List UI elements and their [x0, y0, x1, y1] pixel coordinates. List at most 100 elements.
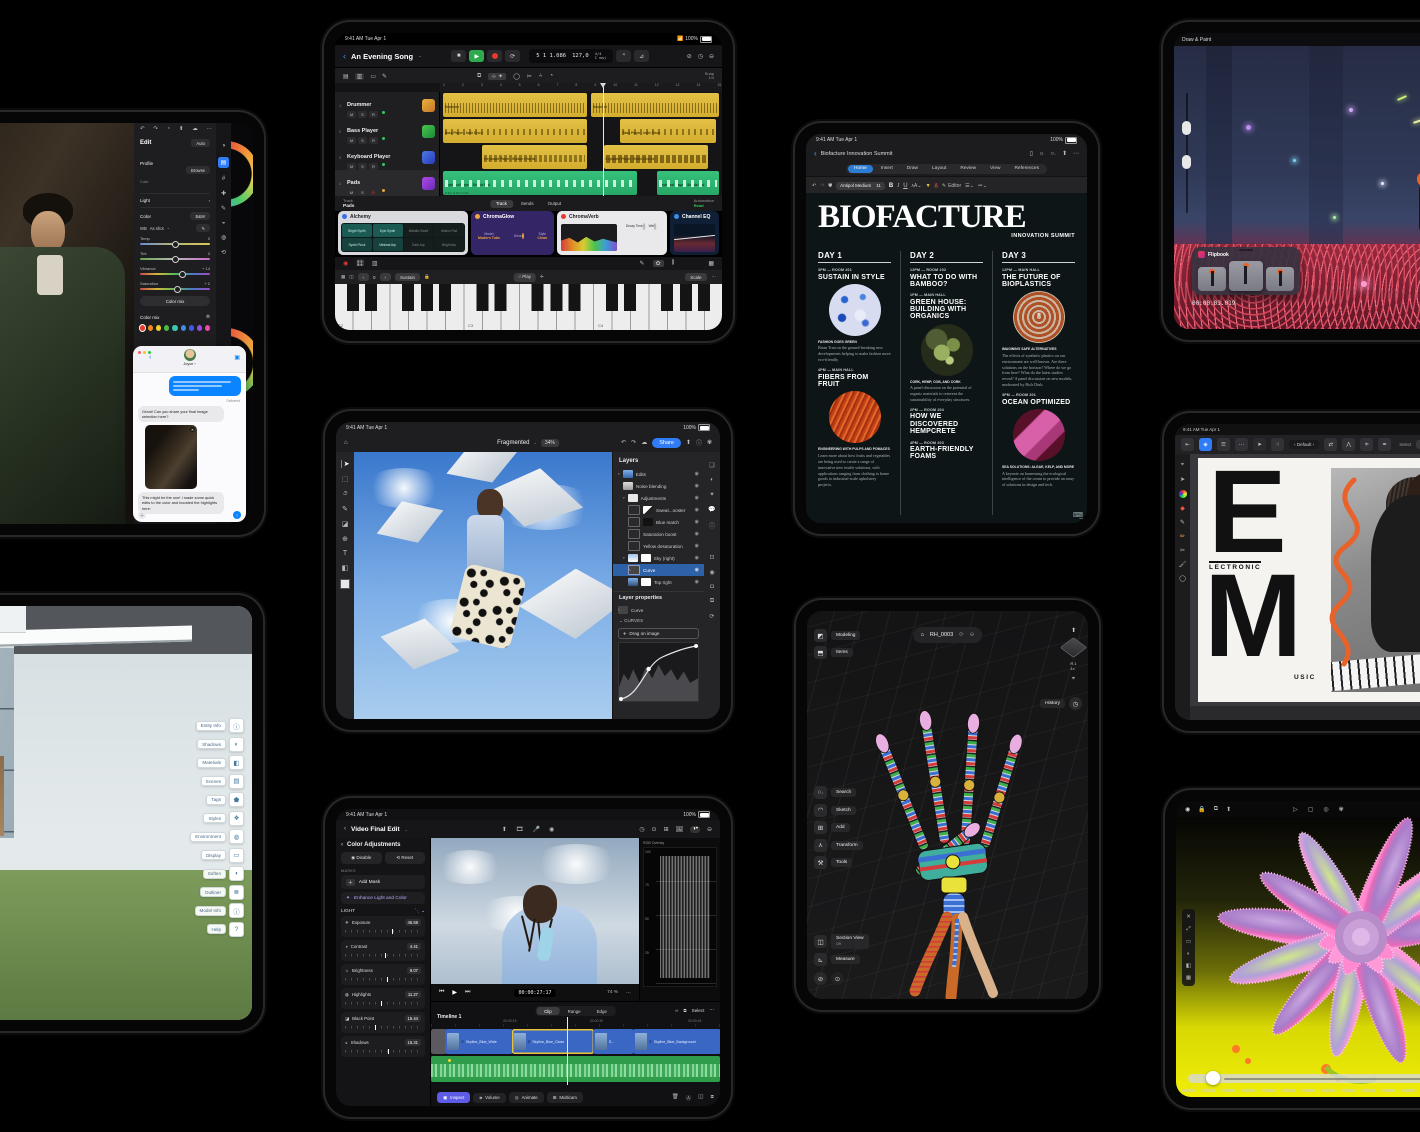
info-icon[interactable]: ⓘ	[696, 438, 702, 447]
crop-icon[interactable]: #	[222, 176, 225, 182]
select-subject-icon[interactable]: ⊡	[709, 554, 714, 561]
tags-button[interactable]: Tags	[206, 795, 226, 805]
adjust-icon[interactable]: ◐	[710, 477, 714, 483]
track-header-keys[interactable]: 3 Keyboard Player MSR	[335, 144, 440, 170]
cycle-button[interactable]: ⟳	[505, 50, 520, 62]
octave-up-button[interactable]: ›	[380, 273, 392, 281]
history-button[interactable]: History	[1040, 699, 1065, 708]
shape-tool-icon[interactable]: ◧	[342, 564, 349, 572]
wet-knob[interactable]	[654, 223, 656, 229]
sustain-button[interactable]: Sustain	[395, 273, 420, 281]
axis-icon[interactable]: ⌖	[1072, 676, 1075, 683]
flipbook-frame-current[interactable]	[1229, 261, 1263, 291]
copy-icon[interactable]: ⧉	[477, 73, 481, 80]
layer-row[interactable]: Blue match◉	[613, 516, 704, 528]
split-icon[interactable]: ◫	[698, 1094, 703, 1102]
piano-keyboard[interactable]: C2 C3 C4	[335, 284, 722, 330]
more-icon[interactable]: ⋯	[1073, 150, 1079, 157]
node-tool-icon[interactable]: ➤	[1180, 476, 1185, 483]
default-preset-select[interactable]: ‹ Default ›	[1289, 440, 1319, 449]
layer-row[interactable]: ▾Adjustments◉	[613, 492, 704, 504]
color-mix-button[interactable]: Color mix	[140, 296, 210, 306]
color-wheel-icon[interactable]	[1179, 490, 1187, 498]
track-header-drummer[interactable]: 1 Drummer MSR	[335, 92, 440, 118]
light-section[interactable]: Light	[140, 198, 150, 203]
model-info-icon[interactable]: ⓘ	[229, 903, 244, 918]
brush-icon[interactable]: ✎	[221, 205, 226, 212]
share-icon[interactable]: ⬆	[179, 126, 184, 132]
zoom-level[interactable]: 34%	[541, 439, 559, 447]
scenes-button[interactable]: Scenes	[201, 776, 226, 786]
loop-icon[interactable]: ◯	[513, 73, 520, 80]
share-icon[interactable]: ⬆	[502, 826, 507, 833]
mic-icon[interactable]: 🎤	[532, 826, 539, 833]
shadows-icon[interactable]: ◐	[229, 737, 244, 752]
styles-icon[interactable]: ❖	[229, 811, 244, 826]
avatar[interactable]	[184, 349, 196, 361]
brightness-slider[interactable]: ☼Brightness9.07	[341, 964, 425, 985]
help-icon[interactable]: ◔	[167, 126, 170, 132]
grid-icon[interactable]: ⊞	[664, 826, 669, 833]
project-title[interactable]: Video Final Edit	[351, 826, 400, 833]
layer-row[interactable]: ▾Edits◉	[613, 468, 704, 480]
redo-icon[interactable]: ↷	[153, 126, 158, 132]
timeline-playhead[interactable]	[567, 1017, 568, 1085]
plugin-channel-eq[interactable]: Channel EQ	[670, 211, 719, 255]
region[interactable]: Drummer	[591, 93, 719, 117]
split-keyboard-icon[interactable]: ◫	[349, 274, 353, 280]
section-view-button[interactable]: Section View	[836, 936, 864, 941]
connect-icon[interactable]: ∞	[675, 1008, 678, 1013]
playhead[interactable]	[603, 83, 604, 196]
collapse-icon[interactable]: ⊖	[970, 632, 975, 638]
highlight-icon[interactable]: ▼	[926, 183, 931, 189]
image-canvas[interactable]	[354, 452, 612, 719]
search-button[interactable]: Search	[831, 788, 856, 797]
environment-button[interactable]: Environment	[190, 832, 226, 842]
align-icon[interactable]: ≑	[1360, 438, 1373, 451]
menu-icon[interactable]: ☰	[1217, 438, 1230, 451]
visibility-icon[interactable]: ⊘	[814, 972, 827, 985]
document-page[interactable]: BIOFACTURE INNOVATION SUMMIT DAY 1 3PM —…	[806, 193, 1087, 523]
tab-insert[interactable]: Insert	[875, 165, 899, 173]
velocity-icon[interactable]: ◔	[549, 73, 553, 80]
song-title[interactable]: An Evening Song	[351, 52, 413, 61]
scenes-icon[interactable]: ▤	[229, 774, 244, 789]
mobile-view-icon[interactable]: ▯	[1030, 150, 1033, 157]
editor-button[interactable]: ✎Editor	[942, 183, 961, 189]
layer-row-selected[interactable]: ◟Curve◉	[613, 564, 704, 576]
layer-row[interactable]: Yellow desaturation◉	[613, 540, 704, 552]
sync-icon[interactable]: ⟳	[959, 632, 964, 638]
highlights-slider[interactable]: ◍Highlights11.27	[341, 988, 425, 1009]
font-color-icon[interactable]: A̲	[935, 183, 938, 189]
keyboard-icon[interactable]: ▩	[341, 274, 345, 280]
add-button[interactable]: Add	[831, 823, 850, 832]
clip-s[interactable]: S...	[593, 1029, 635, 1054]
materials-button[interactable]: Materials	[197, 758, 226, 768]
layer-row[interactable]: Saturation boost◉	[613, 528, 704, 540]
measure-button[interactable]: Measure	[831, 955, 860, 964]
text-size-icon[interactable]: ᴀA⌄	[912, 183, 922, 189]
stop-icon[interactable]: ▢	[1308, 806, 1314, 813]
sketch-icon[interactable]: ◠	[814, 804, 827, 817]
tips-icon[interactable]: ☼	[1039, 150, 1045, 157]
split-icon[interactable]: ✂	[527, 73, 532, 80]
import-icon[interactable]: 🎞	[516, 826, 524, 833]
home-icon[interactable]: ⌂	[344, 440, 348, 446]
pencil-tool-icon[interactable]: ✏	[1180, 533, 1185, 540]
same-button[interactable]: Same	[1416, 440, 1420, 449]
copy-icon[interactable]: ⧉	[1214, 806, 1218, 813]
target-icon[interactable]: ◎	[1323, 806, 1328, 813]
record-icon[interactable]: ◉	[549, 826, 554, 833]
edit-icon[interactable]: ▤	[218, 157, 229, 168]
clip-skyline-background[interactable]: ≡Skyline_Blue_Background	[633, 1029, 720, 1054]
swatch-icon[interactable]: ◆	[1180, 505, 1185, 512]
search-icon[interactable]: ○˒	[1050, 150, 1056, 157]
brush-size-slider[interactable]	[1182, 121, 1191, 135]
auto-icon[interactable]: ◑	[222, 143, 226, 149]
multicam-button[interactable]: ⊞ Multicam	[547, 1092, 583, 1103]
select-tool-icon[interactable]: ⌖	[1181, 462, 1184, 469]
isometric-icon[interactable]: R.11x	[1070, 661, 1076, 671]
expand-icon[interactable]: ⧈	[711, 1094, 715, 1102]
color-chip[interactable]	[340, 579, 350, 589]
mode-clip[interactable]: Clip	[536, 1007, 560, 1015]
